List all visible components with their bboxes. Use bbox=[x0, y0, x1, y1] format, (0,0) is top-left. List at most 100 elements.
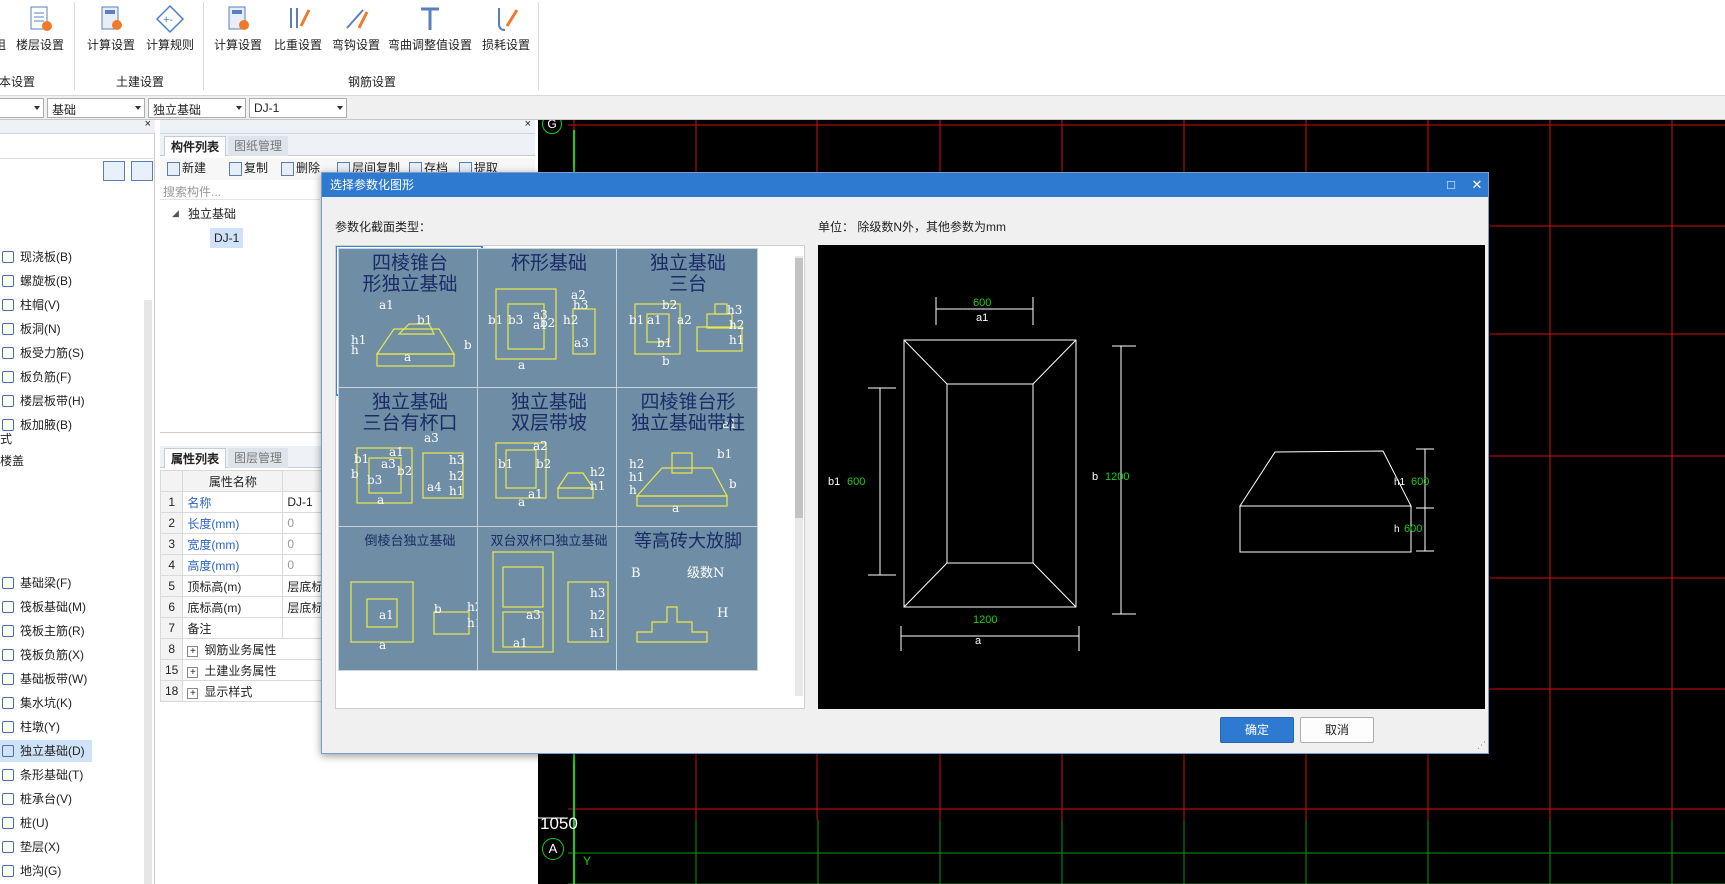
expand-icon[interactable]: + bbox=[187, 666, 199, 678]
tab-component-list[interactable]: 构件列表 bbox=[164, 136, 227, 156]
expand-icon[interactable]: + bbox=[187, 687, 199, 699]
sidebar-item[interactable]: 基础板带(W) bbox=[0, 668, 92, 690]
row-number: 6 bbox=[159, 596, 184, 618]
hook-settings-button[interactable]: 弯钩设置 bbox=[328, 0, 384, 60]
loss-settings-button[interactable]: 损耗设置 bbox=[478, 0, 534, 60]
shape-preview: 600 a1 b1 600 b 1200 1200 a h1 600 h 600 bbox=[818, 245, 1485, 709]
resize-grip-icon[interactable]: ⋰ bbox=[1477, 740, 1486, 751]
sidebar-item[interactable]: 螺旋板(B) bbox=[0, 270, 92, 292]
tree-root-item[interactable]: 独立基础 bbox=[188, 204, 236, 224]
tab-property-list[interactable]: 属性列表 bbox=[164, 448, 227, 468]
calc-rules-button[interactable]: +- 计算规则 bbox=[142, 0, 198, 60]
sidebar-item[interactable]: 筏板基础(M) bbox=[0, 596, 92, 618]
bend-adjust-label: 弯曲调整值设置 bbox=[387, 38, 472, 52]
sidebar-item[interactable]: 地沟(G) bbox=[0, 860, 92, 882]
maximize-icon[interactable]: □ bbox=[1438, 173, 1464, 197]
shape-thumbnail[interactable]: a1 h3 h2 h1 a3 双台双杯口独立基础 bbox=[477, 526, 619, 671]
tree-child-item[interactable]: DJ-1 bbox=[210, 228, 244, 248]
sidebar-item[interactable]: 板洞(N) bbox=[0, 318, 92, 340]
property-name-text: 土建业务属性 bbox=[204, 663, 277, 678]
sidebar-item[interactable]: 基础梁(F) bbox=[0, 572, 92, 594]
sidebar-item[interactable]: 筏板主筋(R) bbox=[0, 620, 92, 642]
category-select[interactable]: 基础 bbox=[47, 98, 145, 118]
sidebar-item[interactable]: 柱墩(Y) bbox=[0, 716, 92, 738]
shape-thumbnail[interactable]: a1 b1 a3 b3 b2 h3 h2 h1 a4 a b a3 独立基础 三台有杯口 bbox=[338, 387, 480, 532]
group-label-basic: 本设置 bbox=[0, 75, 35, 89]
shape-thumbnail[interactable]: a1 b1 h1 h a b 四棱锥台 形独立基础 bbox=[336, 246, 483, 396]
sidebar-item-label: 桩(U) bbox=[20, 816, 49, 830]
sidebar-item[interactable]: 现浇板(B) bbox=[0, 246, 92, 268]
dialog-title-bar: 选择参数化图形 bbox=[322, 173, 1488, 197]
dimension-label: a bbox=[377, 493, 384, 507]
sidebar-item[interactable]: 垫层(X) bbox=[0, 836, 92, 858]
tab-drawing-manager[interactable]: 图纸管理 bbox=[228, 136, 289, 156]
row-number: 3 bbox=[159, 533, 184, 555]
delete-button[interactable]: 删除 bbox=[280, 158, 320, 178]
grid-view-icon[interactable] bbox=[131, 161, 153, 181]
component-panel-header: × bbox=[160, 118, 535, 134]
cancel-button[interactable]: 取消 bbox=[1300, 717, 1374, 743]
rebar-calc-settings-label: 计算设置 bbox=[213, 38, 262, 52]
dimension-label: a bbox=[672, 501, 679, 515]
calc-settings-icon bbox=[101, 6, 122, 30]
dim-a-value: 1200 bbox=[973, 614, 997, 626]
sidebar-item-label: 板受力筋(S) bbox=[20, 346, 84, 360]
copy-button[interactable]: 复制 bbox=[228, 158, 268, 178]
sidebar-item[interactable]: 筏板负筋(X) bbox=[0, 644, 92, 666]
list-view-icon[interactable] bbox=[103, 161, 125, 181]
dimension-label: a2 bbox=[677, 313, 692, 327]
tab-layer-manager[interactable]: 图层管理 bbox=[228, 448, 289, 468]
new-button[interactable]: 新建 bbox=[166, 158, 206, 178]
dimension-label: b1 bbox=[354, 452, 369, 466]
floor-settings-button[interactable]: 楼层设置 bbox=[12, 0, 68, 60]
sidebar-item[interactable]: 板负筋(F) bbox=[0, 366, 92, 388]
sidebar-item[interactable]: 桩承台(V) bbox=[0, 788, 92, 810]
divider bbox=[0, 158, 155, 159]
sidebar-item[interactable]: 板受力筋(S) bbox=[0, 342, 92, 364]
shape-thumbnail[interactable]: a1b1bh2h1a倒棱台独立基础 bbox=[338, 526, 481, 671]
sidebar-item[interactable]: 楼层板带(H) bbox=[0, 390, 92, 412]
density-settings-button[interactable]: 比重设置 bbox=[270, 0, 326, 60]
dimension-label: h2 bbox=[563, 313, 578, 327]
sidebar-item[interactable]: 独立基础(D) bbox=[0, 740, 92, 762]
component-search-input[interactable]: 搜索构件... bbox=[160, 182, 320, 200]
sidebar-item[interactable]: 桩(U) bbox=[0, 812, 92, 834]
sidebar-item[interactable]: 条形基础(T) bbox=[0, 764, 92, 786]
loss-settings-label: 损耗设置 bbox=[481, 38, 530, 52]
nav-scrollbar[interactable] bbox=[144, 300, 152, 884]
expand-icon[interactable]: + bbox=[187, 645, 199, 657]
chevron-down-icon bbox=[236, 106, 242, 110]
calc-settings-button[interactable]: 计算设置 bbox=[82, 0, 140, 60]
sidebar-item[interactable]: 集水坑(K) bbox=[0, 692, 92, 714]
ok-button[interactable]: 确定 bbox=[1220, 717, 1294, 743]
gallery-scrollbar[interactable] bbox=[795, 256, 803, 696]
shape-thumbnail[interactable]: a2 b1 a1 h2 h1 a b2 独立基础 双层带坡 bbox=[477, 387, 619, 532]
component-select[interactable]: DJ-1 bbox=[249, 98, 347, 118]
dimension-label: a3 bbox=[526, 608, 541, 622]
dimension-label: h1 bbox=[729, 333, 744, 347]
rebar-calc-settings-button[interactable]: 计算设置 bbox=[210, 0, 266, 60]
sidebar-item[interactable]: 柱帽(V) bbox=[0, 294, 92, 316]
tree-expand-icon[interactable]: ◢ bbox=[172, 208, 179, 219]
group-divider bbox=[203, 2, 204, 90]
floor-select[interactable] bbox=[0, 98, 44, 118]
property-name: 长度(mm) bbox=[182, 512, 284, 534]
row-number: 18 bbox=[159, 680, 184, 702]
close-icon[interactable]: × bbox=[145, 118, 151, 130]
dimension-label: B bbox=[631, 566, 641, 581]
close-icon[interactable]: ✕ bbox=[1464, 173, 1490, 197]
type-select[interactable]: 独立基础 bbox=[148, 98, 246, 118]
selector-bar: 基础 独立基础 DJ-1 bbox=[0, 96, 1725, 120]
close-icon[interactable]: × bbox=[525, 118, 531, 130]
shape-thumbnail[interactable]: a1 b1 b2 a2 h3 h2 h1 b1 b 独立基础 三台 bbox=[616, 248, 758, 393]
bend-adjust-button[interactable]: 弯曲调整值设置 bbox=[386, 0, 474, 60]
component-type-icon bbox=[2, 865, 14, 877]
group-divider bbox=[538, 2, 539, 90]
property-name: 顶标高(m) bbox=[182, 575, 284, 597]
shape-thumbnail[interactable]: a3 a1 b1 b3 b2 a2 h2 a3 h3 a 杯形基础 bbox=[477, 248, 619, 393]
sidebar-item-label: 现浇板(B) bbox=[20, 250, 72, 264]
shape-thumbnail[interactable]: a1 b1 h2 h1 h a b 四棱锥台形 独立基础带柱 bbox=[616, 387, 758, 532]
dim-h1-value: 600 bbox=[1411, 476, 1429, 488]
bend-adjust-icon bbox=[421, 7, 439, 30]
shape-thumbnail[interactable]: B 级数N H 等高砖大放脚 bbox=[616, 526, 758, 671]
